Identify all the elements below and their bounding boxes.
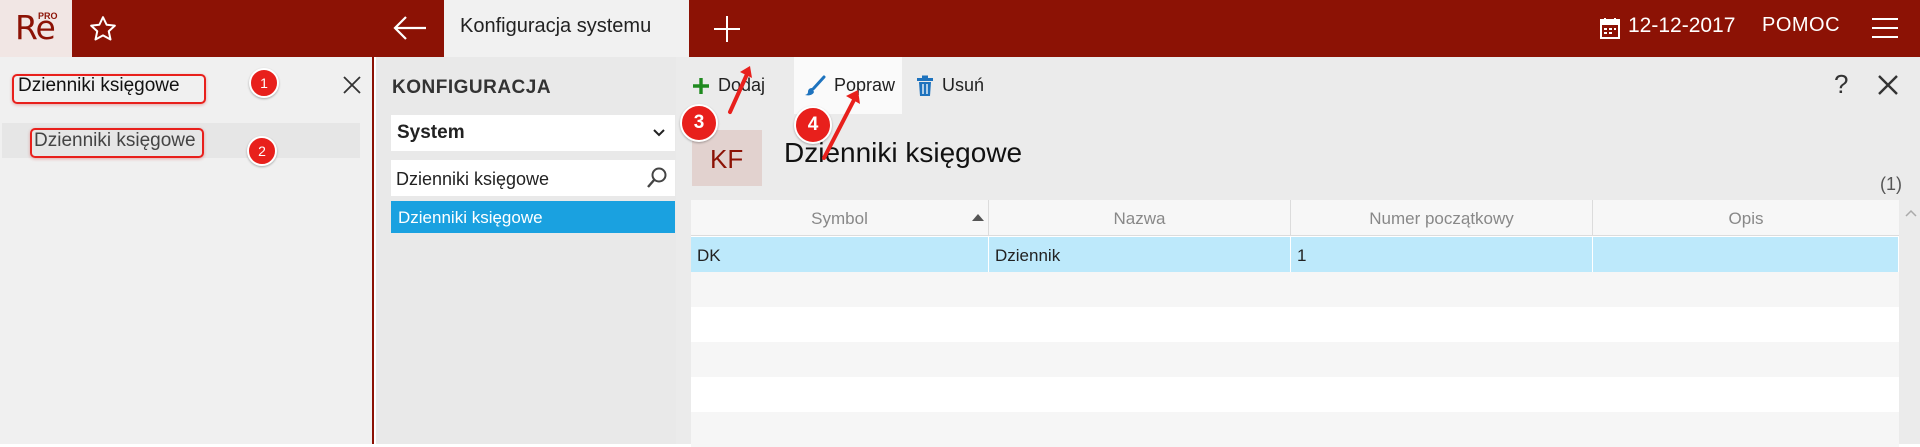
empty-row [691,342,1899,377]
cell-numer: 1 [1291,237,1593,272]
favorites-star-icon[interactable] [88,14,118,44]
tab-label: Konfiguracja systemu [460,15,652,37]
config-item-dzienniki[interactable]: Dzienniki księgowe [391,201,675,233]
scroll-up-icon[interactable] [1904,207,1918,219]
empty-row [691,272,1899,307]
cell-nazwa: Dziennik [989,237,1291,272]
group-select[interactable]: System [391,115,675,151]
chevron-down-icon [653,129,665,137]
logo-badge: PRO [38,11,58,21]
highlight-search-input [12,74,206,104]
step-marker-4: 4 [794,106,832,144]
table-row[interactable]: DK Dziennik 1 [691,237,1899,272]
calendar-icon[interactable] [1600,17,1620,39]
config-filter-input[interactable]: Dzienniki księgowe [391,160,675,196]
new-tab-plus-icon[interactable] [710,12,744,46]
close-icon[interactable] [340,73,364,97]
top-bar: Re PRO Konfiguracja systemu 12-12-2017 P… [0,0,1920,57]
empty-row [691,377,1899,412]
column-header-opis[interactable]: Opis [1593,200,1899,236]
config-title: KONFIGURACJA [392,77,552,98]
records-table: Symbol Nazwa Numer początkowy Opis DK Dz… [691,200,1899,447]
pointer-arrows [728,66,860,160]
help-link[interactable]: POMOC [1762,14,1840,37]
tab-konfiguracja-systemu[interactable]: Konfiguracja systemu [444,0,689,57]
close-icon[interactable] [1876,73,1900,97]
cell-opis [1593,237,1899,272]
table-header: Symbol Nazwa Numer początkowy Opis [691,200,1899,236]
search-panel: Dzienniki księgowe Dzienniki księgowe [0,57,374,444]
back-arrow-icon[interactable] [390,12,430,44]
step-marker-2: 2 [247,136,277,166]
help-button[interactable]: ? [1834,69,1848,100]
app-logo[interactable]: Re PRO [0,0,72,57]
highlight-search-result [30,128,204,158]
current-date[interactable]: 12-12-2017 [1628,14,1735,38]
config-panel: KONFIGURACJA System Dzienniki księgowe D… [376,57,676,444]
record-count: (1) [1880,174,1902,194]
step-marker-3: 3 [680,104,718,142]
search-icon[interactable] [645,166,669,190]
cell-symbol: DK [691,237,989,272]
step-marker-1: 1 [249,68,279,98]
column-header-nazwa[interactable]: Nazwa [989,200,1291,236]
config-item-label: Dzienniki księgowe [398,208,543,227]
empty-row [691,412,1899,447]
sort-ascending-icon [972,214,984,221]
empty-row [691,307,1899,342]
config-filter-value: Dzienniki księgowe [396,169,550,189]
group-select-value: System [397,122,465,143]
hamburger-menu-icon[interactable] [1870,16,1900,40]
column-header-symbol[interactable]: Symbol [691,200,989,236]
column-header-numer[interactable]: Numer początkowy [1291,200,1593,236]
